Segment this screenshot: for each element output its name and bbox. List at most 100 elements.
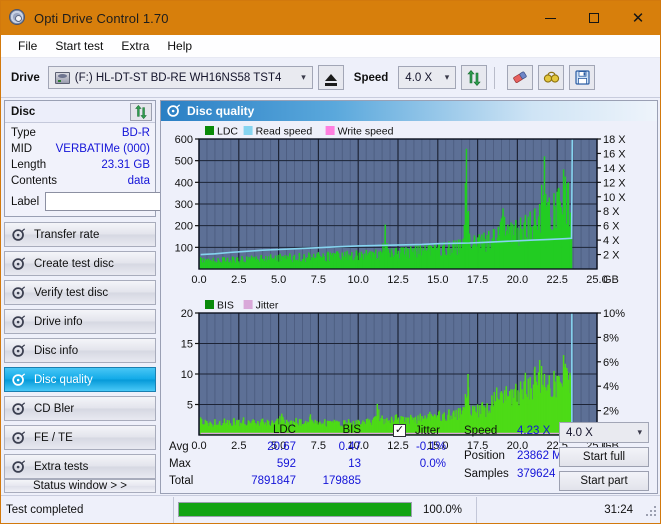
progress-bar <box>174 502 416 517</box>
spectacles-button[interactable] <box>538 65 565 90</box>
y2-axis-tick-label: 18 X <box>603 134 626 146</box>
disc-panel-header: Disc <box>5 101 155 123</box>
main-panel-title: Disc quality <box>187 104 255 118</box>
result-speed-value: 4.0 X <box>566 426 593 439</box>
x-axis-tick-label: 0.0 <box>191 274 206 286</box>
jitter-label: Jitter <box>415 425 440 437</box>
disc-row-mid: MID VERBATIMe (000) <box>11 142 150 157</box>
sidebar-item-disc-quality[interactable]: Disc quality <box>4 367 156 392</box>
glasses-icon <box>543 70 560 85</box>
chevron-down-icon: ▾ <box>444 72 450 82</box>
x-axis-tick-label: 17.5 <box>467 274 488 286</box>
disc-quality-charts: LDC Read speed Write speed 100 200 300 400 500 6… <box>175 126 627 453</box>
eject-button[interactable] <box>317 65 344 90</box>
sidebar-item-label: Create test disc <box>34 257 114 270</box>
chevron-down-icon: ▾ <box>301 72 306 82</box>
jitter-checkbox[interactable]: ✓ <box>393 424 406 437</box>
disc-test-icon <box>12 372 27 387</box>
disc-refresh-button[interactable] <box>130 102 152 121</box>
menu-extra[interactable]: Extra <box>112 37 158 55</box>
sidebar-item-fe-te[interactable]: FE / TE <box>4 425 156 450</box>
disc-contents-label: Contents <box>11 175 58 187</box>
sidebar-item-create-test-disc[interactable]: Create test disc <box>4 251 156 276</box>
sidebar: Disc Type BD-R MID VERBATIMe (000) Lengt… <box>1 98 216 494</box>
refresh-button[interactable] <box>461 65 488 90</box>
menu-help[interactable]: Help <box>158 37 201 55</box>
legend-label-write-speed: Write speed <box>338 126 394 138</box>
stats-panel: Avg Max Total LDC 20.67 592 7891847 BIS … <box>161 422 657 493</box>
sidebar-item-label: Extra tests <box>34 460 89 473</box>
sidebar-item-extra-tests[interactable]: Extra tests <box>4 454 156 479</box>
close-button[interactable]: ✕ <box>616 1 660 35</box>
legend-swatch-read-speed <box>243 126 253 135</box>
start-part-button[interactable]: Start part <box>559 471 649 491</box>
stats-row-max-label: Max <box>169 458 191 470</box>
disc-test-icon <box>12 343 27 358</box>
disc-test-icon <box>12 430 27 445</box>
start-full-button[interactable]: Start full <box>559 447 649 467</box>
drive-icon <box>54 71 70 84</box>
x-axis-tick-label: 20.0 <box>507 274 528 286</box>
menu-start-test[interactable]: Start test <box>46 37 112 55</box>
window-controls: ✕ <box>528 1 660 35</box>
y2-axis-tick-label: 6 X <box>603 221 620 233</box>
x-axis-tick-label: 2.5 <box>231 274 246 286</box>
stats-col-bis-header: BIS <box>342 424 361 436</box>
stats-bis-max: 13 <box>348 458 361 470</box>
sidebar-item-transfer-rate[interactable]: Transfer rate <box>4 222 156 247</box>
disc-row-contents: Contents data <box>11 174 150 189</box>
disc-length-value: 23.31 GB <box>101 159 150 171</box>
disc-length-label: Length <box>11 159 47 171</box>
legend-label-bis: BIS <box>217 300 234 312</box>
sidebar-nav: Transfer rate Create test disc Verify te… <box>4 222 156 479</box>
disc-contents-value: data <box>127 175 150 187</box>
maximize-button[interactable] <box>572 1 616 35</box>
stats-bis-total: 179885 <box>322 475 361 487</box>
y2-axis-tick-label: 10% <box>603 308 625 320</box>
x-axis-tick-label: 22.5 <box>546 274 567 286</box>
save-button[interactable] <box>569 65 596 90</box>
disc-mid-label: MID <box>11 143 33 155</box>
y2-axis-tick-label: 4% <box>603 381 619 393</box>
sidebar-item-verify-test-disc[interactable]: Verify test disc <box>4 280 156 305</box>
result-speed-select[interactable]: 4.0 X ▾ <box>559 422 649 443</box>
sidebar-item-disc-info[interactable]: Disc info <box>4 338 156 363</box>
progress-percent: 100.0% <box>423 503 463 516</box>
check-icon: ✓ <box>394 424 405 436</box>
x-axis-tick-label: 12.5 <box>387 274 408 286</box>
sidebar-item-drive-info[interactable]: Drive info <box>4 309 156 334</box>
title-bar: Opti Drive Control 1.70 ✕ <box>1 1 660 35</box>
stats-ldc-max: 592 <box>276 458 296 470</box>
stats-bis-avg: 0.47 <box>338 441 361 453</box>
disc-row-label: Label <box>11 191 216 212</box>
y-axis-tick-label: 600 <box>175 134 193 146</box>
disc-test-icon <box>12 256 27 271</box>
sidebar-item-cd-bler[interactable]: CD Bler <box>4 396 156 421</box>
x-axis-tick-label: 7.5 <box>311 274 326 286</box>
sidebar-item-label: Transfer rate <box>34 228 100 241</box>
speed-select[interactable]: 4.0 X ▾ <box>398 66 457 89</box>
y-axis-tick-label: 100 <box>175 242 193 254</box>
disc-type-label: Type <box>11 127 36 139</box>
disc-properties: Type BD-R MID VERBATIMe (000) Length 23.… <box>5 123 216 216</box>
x-axis-tick-label: 10.0 <box>347 274 368 286</box>
y2-axis-tick-label: 12 X <box>603 177 626 189</box>
main-body: Disc Type BD-R MID VERBATIMe (000) Lengt… <box>1 98 660 494</box>
y-axis-tick-label: 15 <box>181 339 193 351</box>
y2-axis-tick-label: 14 X <box>603 163 626 175</box>
drive-select[interactable]: (F:) HL-DT-ST BD-RE WH16NS58 TST4 ▾ <box>47 66 313 89</box>
minimize-button[interactable] <box>528 1 572 35</box>
y2-axis-tick-label: 8% <box>603 332 619 344</box>
disc-panel-title: Disc <box>11 105 36 118</box>
sidebar-item-label: Verify test disc <box>34 286 109 299</box>
sidebar-item-label: Drive info <box>34 315 83 328</box>
y-axis-tick-label: 5 <box>187 400 193 412</box>
status-window-button[interactable]: Status window > > <box>4 479 156 493</box>
window-title: Opti Drive Control 1.70 <box>34 10 169 26</box>
menu-file[interactable]: File <box>9 37 46 55</box>
y-axis-tick-label: 20 <box>181 308 193 320</box>
legend-label-read-speed: Read speed <box>256 126 313 138</box>
disc-quality-icon <box>167 104 181 118</box>
erase-button[interactable] <box>507 65 534 90</box>
legend-swatch-bis <box>205 300 214 309</box>
